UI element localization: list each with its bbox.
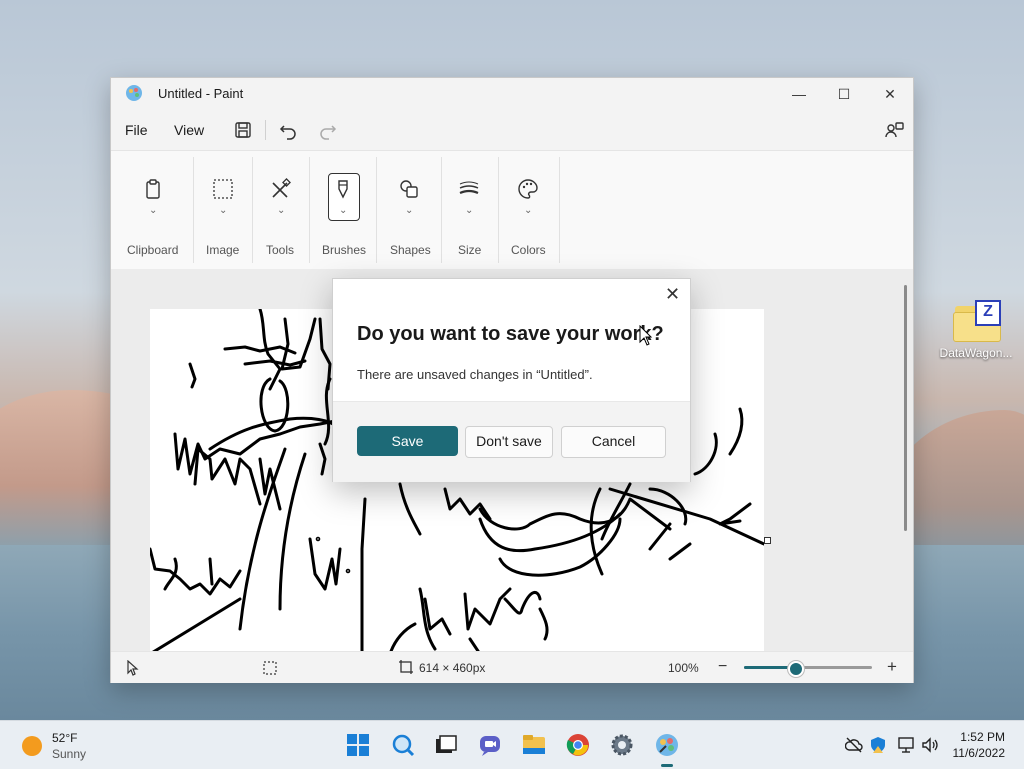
selection-icon [213,179,233,199]
chevron-down-icon: ⌄ [219,205,228,216]
ribbon-label-clipboard: Clipboard [127,243,179,257]
ribbon-label-shapes: Shapes [390,243,431,257]
save-icon[interactable] [231,118,255,142]
chevron-down-icon: ⌄ [277,205,286,216]
cancel-button[interactable]: Cancel [561,426,666,458]
palette-icon [518,179,538,199]
zoom-in-button[interactable]: + [887,657,897,677]
ribbon-group-brushes[interactable]: ⌄ Brushes [310,151,376,269]
menu-file[interactable]: File [125,122,148,138]
paint-app-icon [126,85,142,101]
ribbon-label-tools: Tools [266,243,295,257]
network-icon[interactable] [897,736,915,754]
chevron-down-icon: ⌄ [405,205,414,216]
clipboard-icon [146,179,160,199]
close-window-button[interactable]: ✕ [870,80,910,108]
ribbon-toolbar: ⌄ Clipboard ⌄ Image ⌄ Tools ⌄ Brushes ⌄ … [111,150,913,270]
start-icon[interactable] [345,732,371,758]
file-explorer-icon[interactable] [521,732,547,758]
cursor-position-icon [127,660,139,676]
menu-divider [265,120,266,140]
mouse-cursor-icon [639,325,653,346]
canvas-resize-handle[interactable] [764,537,771,544]
paint-taskbar-icon[interactable] [654,732,680,758]
zoom-slider-fill [744,666,794,669]
dialog-close-button[interactable]: ✕ [665,284,680,305]
title-bar: Untitled - Paint — ☐ ✕ [111,78,913,110]
redo-icon[interactable] [316,118,340,142]
tools-icon [272,178,291,198]
window-title: Untitled - Paint [158,86,244,101]
menu-bar: File View [111,112,913,148]
size-icon [459,181,479,195]
maximize-button[interactable]: ☐ [824,80,864,108]
zoom-slider[interactable] [744,661,872,677]
teams-chat-icon[interactable] [477,732,503,758]
chevron-down-icon: ⌄ [465,205,474,216]
ribbon-group-clipboard[interactable]: ⌄ Clipboard [111,151,193,269]
clock-time[interactable]: 1:52 PM [955,730,1005,744]
ribbon-label-brushes: Brushes [322,243,367,257]
ribbon-group-colors[interactable]: ⌄ Colors [499,151,559,269]
dialog-footer: Save Don't save Cancel [333,401,690,482]
settings-people-icon[interactable] [882,118,906,142]
volume-icon[interactable] [921,736,941,754]
chevron-down-icon: ⌄ [339,205,348,216]
ribbon-group-tools[interactable]: ⌄ Tools [253,151,309,269]
menu-view[interactable]: View [174,122,204,138]
taskbar: 52°F Sunny 1:52 PM 11/6/2022 [0,720,1024,769]
canvas-size-text: 614 × 460px [419,661,486,675]
weather-temperature[interactable]: 52°F [52,731,77,745]
canvas-size-icon [399,660,413,674]
dont-save-button[interactable]: Don't save [465,426,553,458]
folder-icon: Z [953,300,1001,342]
settings-gear-icon[interactable] [609,732,635,758]
shapes-icon [400,180,418,198]
zoom-slider-thumb[interactable] [788,661,804,677]
save-button[interactable]: Save [357,426,458,456]
ribbon-group-shapes[interactable]: ⌄ Shapes [377,151,441,269]
status-bar: 614 × 460px 100% − + [111,651,913,683]
zoom-level: 100% [668,661,699,675]
desktop-icon-datawagon[interactable]: Z DataWagon... [936,300,1016,360]
search-icon[interactable] [390,732,416,758]
sun-icon[interactable] [22,736,42,756]
minimize-button[interactable]: — [779,80,819,108]
ribbon-group-image[interactable]: ⌄ Image [194,151,252,269]
desktop-icon-label: DataWagon... [939,346,1013,360]
brush-icon [338,180,348,199]
zoom-out-button[interactable]: − [718,658,727,676]
undo-icon[interactable] [276,118,300,142]
chrome-icon[interactable] [565,732,591,758]
cloud-offline-icon[interactable] [845,737,863,753]
ribbon-label-size: Size [458,243,482,257]
security-shield-icon[interactable] [870,736,886,754]
chevron-down-icon: ⌄ [149,205,158,216]
save-dialog: ✕ Do you want to save your work? There a… [332,278,691,482]
vertical-scrollbar[interactable] [904,285,907,531]
dialog-title: Do you want to save your work? [357,323,664,345]
ribbon-label-image: Image [206,243,240,257]
ribbon-group-size[interactable]: ⌄ Size [442,151,498,269]
task-view-icon[interactable] [433,732,459,758]
active-app-indicator [661,764,673,767]
selection-size-icon [263,661,277,675]
clock-date[interactable]: 11/6/2022 [948,746,1006,760]
dialog-message: There are unsaved changes in “Untitled”. [357,367,593,382]
weather-condition[interactable]: Sunny [52,747,86,761]
chevron-down-icon: ⌄ [524,205,533,216]
ribbon-label-colors: Colors [511,243,546,257]
